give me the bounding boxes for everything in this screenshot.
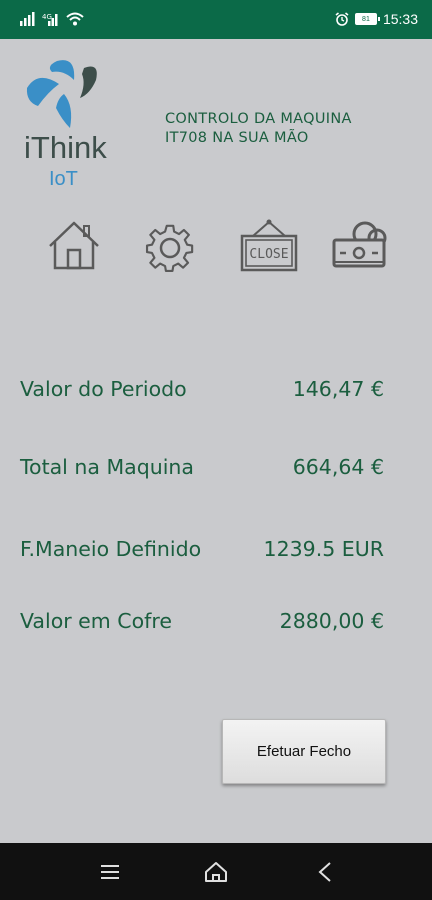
cash-money-icon[interactable] — [332, 218, 390, 276]
battery-icon: 81 — [354, 13, 380, 25]
status-bar: 4G 81 15:33 — [0, 0, 432, 39]
row-fmaneio-definido: F.Maneio Definido 1239.5 EUR — [20, 534, 384, 564]
battery-level: 81 — [362, 15, 370, 23]
row-valor-cofre: Valor em Cofre 2880,00 € — [20, 606, 384, 636]
row-label: Valor em Cofre — [20, 609, 172, 633]
settings-gear-icon[interactable] — [142, 218, 198, 276]
home-nav-icon[interactable] — [201, 857, 231, 887]
row-label: F.Maneio Definido — [20, 537, 202, 561]
svg-text:CLOSE: CLOSE — [249, 247, 288, 262]
row-total-maquina: Total na Maquina 664,64 € — [20, 452, 384, 482]
row-value: 146,47 € — [292, 377, 384, 401]
row-label: Valor do Periodo — [20, 377, 187, 401]
alarm-icon — [335, 12, 349, 26]
row-value: 664,64 € — [292, 455, 384, 479]
home-icon[interactable] — [46, 218, 102, 276]
close-sign-icon[interactable]: CLOSE — [239, 218, 299, 276]
brand-name: iThink — [24, 130, 107, 165]
clock: 15:33 — [382, 11, 418, 27]
page-title: CONTROLO DA MAQUINA IT708 NA SUA MÃO — [165, 110, 395, 148]
brand-subtitle: IoT — [49, 168, 78, 190]
system-nav-bar — [0, 843, 432, 900]
row-label: Total na Maquina — [20, 455, 194, 479]
sim-signal-icon — [20, 12, 35, 26]
row-value: 1239.5 EUR — [263, 537, 384, 561]
efetuar-fecho-button[interactable]: Efetuar Fecho — [222, 719, 386, 784]
back-nav-icon[interactable] — [310, 857, 340, 887]
title-line-2: IT708 NA SUA MÃO — [165, 130, 309, 146]
row-valor-periodo: Valor do Periodo 146,47 € — [20, 374, 384, 404]
title-line-1: CONTROLO DA MAQUINA — [165, 111, 352, 127]
svg-text:4G: 4G — [42, 13, 52, 21]
row-value: 2880,00 € — [279, 609, 384, 633]
sim2-signal-icon: 4G — [42, 13, 58, 26]
recents-menu-icon[interactable] — [95, 857, 125, 887]
wifi-icon — [66, 12, 84, 26]
